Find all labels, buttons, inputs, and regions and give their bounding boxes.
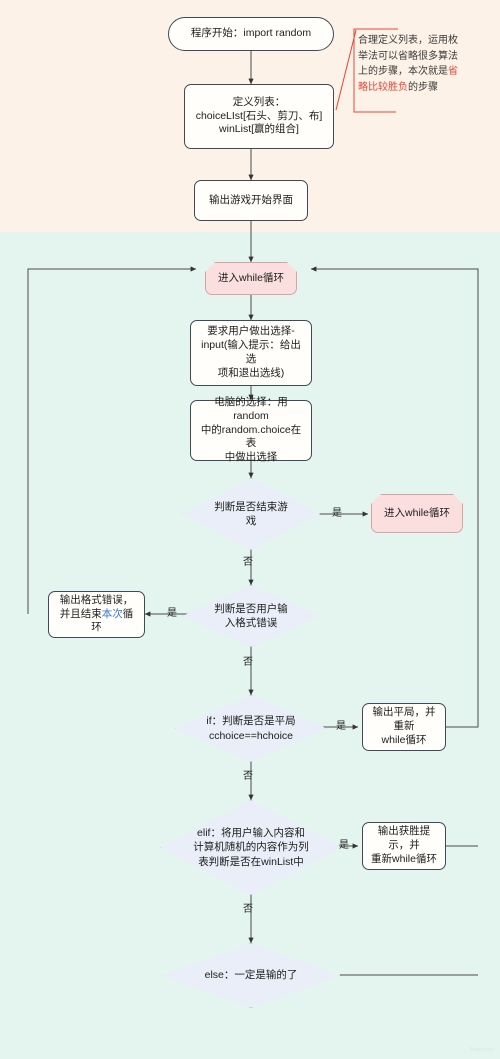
decision-tie-line2: cchoice==hchoice <box>208 729 294 742</box>
node-ask-user[interactable]: 要求用户做出选择- input(输入提示：给出选 项和退出选线) <box>190 320 312 386</box>
node-define-list[interactable]: 定义列表： choiceLIst[石头、剪刀、布] winList[赢的组合] <box>184 84 334 149</box>
node-ask-user-line1: 要求用户做出选择- <box>207 325 295 338</box>
edge-label-yes-end-game: 是 <box>332 508 342 519</box>
node-enter-while-main-label: 进入while循环 <box>218 271 284 284</box>
node-computer-choice-line3: 中做出选择 <box>224 451 278 464</box>
decision-lose[interactable]: else：一定是输的了 <box>162 943 340 1008</box>
decision-win-line2: 计算机随机的内容作为列 <box>193 841 309 854</box>
edge-label-yes-win: 是 <box>339 840 349 851</box>
node-output-tie-line1: 输出平局，并重新 <box>372 706 436 733</box>
node-define-list-line3: winList[赢的组合] <box>219 123 299 136</box>
decision-end-game-line2: 戏 <box>245 515 257 527</box>
node-computer-choice-line2: 中的random.choice在表 <box>200 423 302 450</box>
annotation-text: 合理定义列表，运用枚 举法可以省略很多算法 上的步骤，本次就是省 略比较胜负的步… <box>358 33 494 95</box>
decision-format-error[interactable]: 判断是否用户输 入格式错误 <box>182 585 320 647</box>
edge-label-yes-format: 是 <box>167 608 177 619</box>
node-start[interactable]: 程序开始：import random <box>168 17 334 51</box>
watermark: flowchart <box>469 1047 494 1053</box>
flowchart-canvas: 程序开始：import random 定义列表： choiceLIst[石头、剪… <box>0 0 500 1059</box>
decision-win-line3: 表判断是否在winList中 <box>198 855 304 868</box>
annotation-line-1: 合理定义列表，运用枚 <box>358 35 458 46</box>
annotation-highlight-1: 省 <box>448 66 458 77</box>
node-format-error-line2-a: 并且结束 <box>59 607 102 620</box>
decision-format-error-text: 判断是否用户输 入格式错误 <box>208 602 294 630</box>
decision-end-game[interactable]: 判断是否结束游 戏 <box>182 478 320 550</box>
node-define-list-line2: choiceLIst[石头、剪刀、布] <box>195 109 323 122</box>
node-enter-while-main[interactable]: 进入while循环 <box>205 262 297 295</box>
edge-label-no-end-game: 否 <box>243 557 253 568</box>
node-format-error[interactable]: 输出格式错误， 并且结束本次循环 <box>48 591 145 638</box>
decision-tie-text: if：判断是否是平局 cchoice==hchoice <box>200 714 301 742</box>
node-output-tie-line2: while循环 <box>381 733 427 746</box>
node-output-win-line1: 输出获胜提示，并 <box>377 825 431 852</box>
node-output-tie[interactable]: 输出平局，并重新 while循环 <box>362 703 446 751</box>
decision-win-text: elif：将用户输入内容和 计算机随机的内容作为列 表判断是否在winList中 <box>187 826 315 868</box>
node-output-win-line2: 重新while循环 <box>371 852 437 865</box>
decision-end-game-text: 判断是否结束游 戏 <box>208 500 294 528</box>
annotation-line-3: 上的步骤，本次就是 <box>358 66 448 77</box>
edge-label-no-win: 否 <box>243 904 253 915</box>
decision-end-game-line1: 判断是否结束游 <box>214 500 288 513</box>
decision-format-error-line2: 入格式错误 <box>224 617 278 629</box>
node-enter-while-main-shape: 进入while循环 <box>205 262 297 295</box>
edge-label-yes-tie: 是 <box>336 721 346 732</box>
decision-win[interactable]: elif：将用户输入内容和 计算机随机的内容作为列 表判断是否在winList中 <box>160 800 342 895</box>
node-ask-user-line2: input(输入提示：给出选 <box>201 339 301 365</box>
node-print-start-ui[interactable]: 输出游戏开始界面 <box>194 180 308 221</box>
node-enter-while-right[interactable]: 进入while循环 <box>371 494 463 533</box>
node-start-label: 程序开始：import random <box>190 27 312 40</box>
node-format-error-line1: 输出格式错误， <box>59 593 134 606</box>
edge-label-no-format: 否 <box>243 657 253 668</box>
node-output-win[interactable]: 输出获胜提示，并 重新while循环 <box>362 822 446 870</box>
decision-tie-line1: if：判断是否是平局 <box>206 715 296 728</box>
node-computer-choice-line1: 电脑的选择：用random <box>214 395 288 422</box>
node-print-start-ui-label: 输出游戏开始界面 <box>209 193 293 206</box>
annotation-line-2: 举法可以省略很多算法 <box>358 50 458 62</box>
node-enter-while-right-label: 进入while循环 <box>384 506 450 519</box>
annotation-line-4: 的步骤 <box>408 81 438 93</box>
decision-tie[interactable]: if：判断是否是平局 cchoice==hchoice <box>175 695 327 762</box>
annotation-highlight-2: 略比较胜负 <box>358 81 408 93</box>
node-format-error-emphasis: 本次 <box>101 607 123 620</box>
node-format-error-line2: 并且结束本次循环 <box>55 608 138 636</box>
node-computer-choice[interactable]: 电脑的选择：用random 中的random.choice在表 中做出选择 <box>190 396 312 463</box>
node-enter-while-right-shape: 进入while循环 <box>371 494 463 533</box>
decision-win-line1: elif：将用户输入内容和 <box>197 827 305 840</box>
node-define-list-line1: 定义列表： <box>232 95 286 108</box>
decision-lose-text: else：一定是输的了 <box>204 969 298 982</box>
edge-label-no-tie: 否 <box>243 771 253 782</box>
node-ask-user-line3: 项和退出选线) <box>217 366 285 379</box>
decision-format-error-line1: 判断是否用户输 <box>214 602 288 615</box>
